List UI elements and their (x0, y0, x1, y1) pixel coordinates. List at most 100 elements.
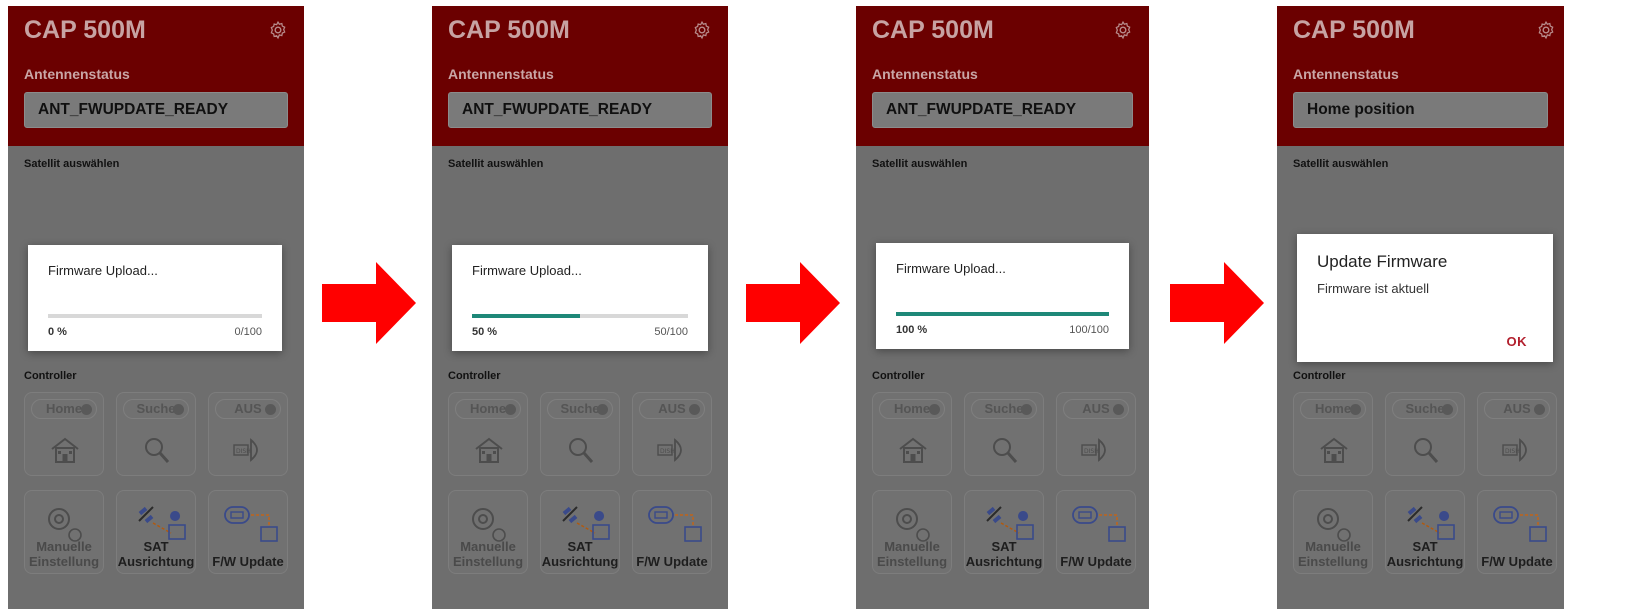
progress-count: 50/100 (654, 326, 688, 338)
sat-alignment-card[interactable]: SAT Ausrichtung (540, 490, 620, 574)
home-icon (899, 437, 927, 463)
home-card[interactable]: Home (1293, 392, 1373, 476)
search-toggle[interactable]: Suche (971, 399, 1037, 419)
manual-setting-card[interactable]: Manuelle Einstellung (1293, 490, 1373, 574)
search-toggle[interactable]: Suche (123, 399, 189, 419)
firmware-update-icon (224, 506, 278, 542)
firmware-upload-dialog: Firmware Upload... 100 % 100/100 (876, 243, 1129, 349)
phone-screen-4: CAP 500M Antennenstatus Home position Sa… (1277, 6, 1564, 609)
controller-label: Controller (1293, 370, 1346, 382)
progress-count: 100/100 (1069, 324, 1109, 336)
manual-setting-card[interactable]: Manuelle Einstellung (448, 490, 528, 574)
dialog-title: Update Firmware (1317, 252, 1448, 271)
sat-alignment-card[interactable]: SAT Ausrichtung (1385, 490, 1465, 574)
search-card[interactable]: Suche (1385, 392, 1465, 476)
controller-label: Controller (448, 370, 501, 382)
app-title: CAP 500M (448, 16, 570, 44)
manual-setting-card[interactable]: Manuelle Einstellung (24, 490, 104, 574)
satellite-icon (1407, 506, 1455, 540)
upload-progress-bar (472, 314, 688, 318)
upload-progress-bar (896, 312, 1109, 316)
antenna-status-value: ANT_FWUPDATE_READY (872, 92, 1133, 128)
search-icon (993, 438, 1018, 463)
gear-icon[interactable] (692, 20, 712, 40)
progress-percent: 50 % (472, 326, 498, 338)
upload-progress-fill (896, 312, 1109, 316)
ok-button[interactable]: OK (1507, 334, 1528, 349)
home-toggle[interactable]: Home (455, 399, 521, 419)
update-firmware-dialog: Update Firmware Firmware ist aktuell OK (1297, 234, 1553, 362)
phone-screen-3: CAP 500M Antennenstatus ANT_FWUPDATE_REA… (856, 6, 1149, 609)
dialog-title: Firmware Upload... (48, 263, 158, 278)
app-header: CAP 500M Antennenstatus ANT_FWUPDATE_REA… (856, 6, 1149, 146)
satellite-select-label: Satellit auswählen (24, 158, 120, 170)
home-toggle[interactable]: Home (31, 399, 97, 419)
antenna-status-value: Home position (1293, 92, 1548, 128)
app-title: CAP 500M (872, 16, 994, 44)
manual-adjust-icon (896, 508, 930, 542)
fw-update-card[interactable]: F/W Update (1477, 490, 1557, 574)
fw-update-card[interactable]: F/W Update (1056, 490, 1136, 574)
antenna-status-value: ANT_FWUPDATE_READY (24, 92, 288, 128)
home-card[interactable]: Home (448, 392, 528, 476)
dish-icon: DISH (657, 438, 682, 462)
sat-alignment-card[interactable]: SAT Ausrichtung (116, 490, 196, 574)
gear-icon[interactable] (1113, 20, 1133, 40)
off-card[interactable]: AUS DISH (1477, 392, 1557, 476)
gear-icon[interactable] (268, 20, 288, 40)
sat-alignment-card[interactable]: SAT Ausrichtung (964, 490, 1044, 574)
home-toggle[interactable]: Home (879, 399, 945, 419)
firmware-upload-dialog: Firmware Upload... 0 % 0/100 (28, 245, 282, 351)
search-card[interactable]: Suche (964, 392, 1044, 476)
satellite-icon (562, 506, 610, 540)
off-toggle[interactable]: AUS (1484, 399, 1550, 419)
app-title: CAP 500M (1293, 16, 1415, 44)
fw-update-card[interactable]: F/W Update (632, 490, 712, 574)
fw-update-card[interactable]: F/W Update (208, 490, 288, 574)
arrow-right-icon (746, 262, 840, 344)
svg-text:DISH: DISH (660, 448, 675, 455)
firmware-update-icon (1072, 506, 1126, 542)
dialog-message: Firmware ist aktuell (1317, 281, 1429, 296)
svg-text:DISH: DISH (236, 448, 251, 455)
search-icon (145, 438, 170, 463)
dish-icon: DISH (1081, 438, 1106, 462)
progress-percent: 100 % (896, 324, 928, 336)
app-header: CAP 500M Antennenstatus ANT_FWUPDATE_REA… (8, 6, 304, 146)
dialog-title: Firmware Upload... (472, 263, 582, 278)
off-card[interactable]: AUS DISH (1056, 392, 1136, 476)
satellite-icon (986, 506, 1034, 540)
home-icon (51, 437, 79, 463)
search-icon (1414, 438, 1439, 463)
controller-label: Controller (24, 370, 77, 382)
dialog-title: Firmware Upload... (896, 261, 1006, 276)
home-card[interactable]: Home (872, 392, 952, 476)
home-icon (1320, 437, 1348, 463)
off-card[interactable]: AUS DISH (208, 392, 288, 476)
arrow-right-icon (322, 262, 416, 344)
gear-icon[interactable] (1536, 20, 1556, 40)
arrow-right-icon (1170, 262, 1264, 344)
phone-screen-2: CAP 500M Antennenstatus ANT_FWUPDATE_REA… (432, 6, 728, 609)
svg-text:DISH: DISH (1084, 448, 1099, 455)
antenna-status-label: Antennenstatus (24, 66, 130, 82)
firmware-upload-dialog: Firmware Upload... 50 % 50/100 (452, 245, 708, 351)
search-card[interactable]: Suche (540, 392, 620, 476)
off-card[interactable]: AUS DISH (632, 392, 712, 476)
off-toggle[interactable]: AUS (215, 399, 281, 419)
home-toggle[interactable]: Home (1300, 399, 1366, 419)
search-toggle[interactable]: Suche (1392, 399, 1458, 419)
search-toggle[interactable]: Suche (547, 399, 613, 419)
off-toggle[interactable]: AUS (1063, 399, 1129, 419)
home-card[interactable]: Home (24, 392, 104, 476)
manual-adjust-icon (48, 508, 82, 542)
off-toggle[interactable]: AUS (639, 399, 705, 419)
firmware-update-icon (1493, 506, 1547, 542)
manual-setting-card[interactable]: Manuelle Einstellung (872, 490, 952, 574)
app-title: CAP 500M (24, 16, 146, 44)
antenna-status-value: ANT_FWUPDATE_READY (448, 92, 712, 128)
search-icon (569, 438, 594, 463)
search-card[interactable]: Suche (116, 392, 196, 476)
app-header: CAP 500M Antennenstatus Home position (1277, 6, 1564, 146)
dish-icon: DISH (233, 438, 258, 462)
